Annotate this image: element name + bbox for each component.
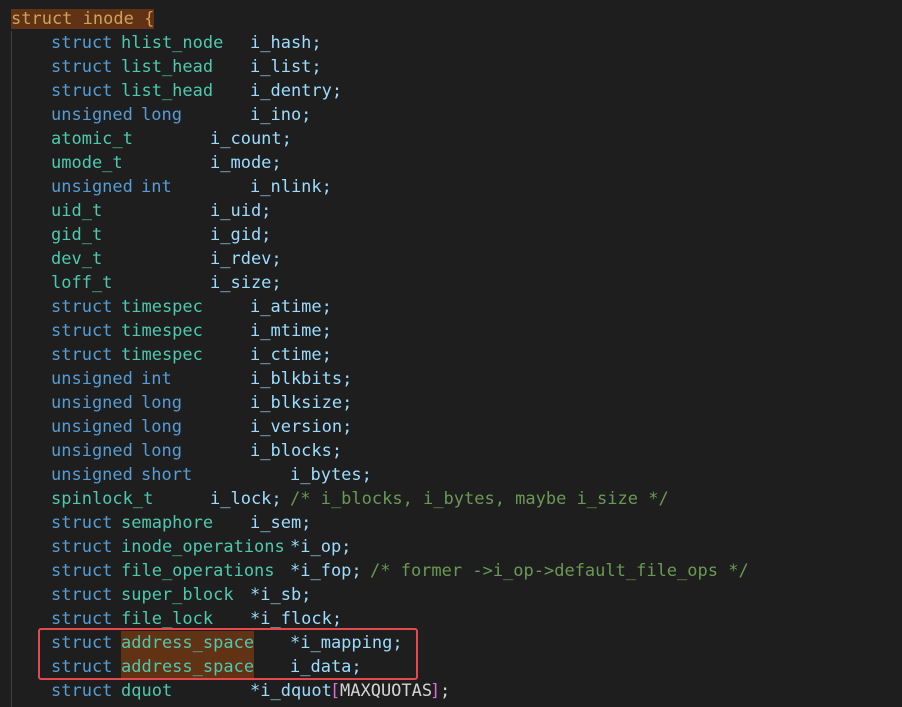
type-keyword: struct <box>51 57 113 77</box>
type-name: gid_t <box>51 225 103 245</box>
field-name: i_lock; <box>210 489 282 509</box>
indent-guide <box>11 31 12 707</box>
field-name: i_version; <box>250 417 353 437</box>
type-name: uid_t <box>51 201 103 221</box>
type-keyword: struct <box>51 33 113 53</box>
type-keyword: struct <box>51 81 113 101</box>
type-name: file_operations <box>121 561 275 581</box>
type-keyword: struct <box>51 681 113 701</box>
field-name: i_atime; <box>250 297 332 317</box>
field-name: *i_dquot <box>250 681 332 701</box>
type-name: list_head <box>121 57 214 77</box>
field-name: *i_sb; <box>250 585 312 605</box>
type-name: long <box>141 417 182 437</box>
type-name: loff_t <box>51 273 113 293</box>
field-name: i_hash; <box>250 33 322 53</box>
type-name: int <box>141 369 172 389</box>
type-keyword: struct <box>51 513 113 533</box>
type-keyword: unsigned <box>51 465 133 485</box>
type-keyword: struct <box>51 297 113 317</box>
macro-name: MAXQUOTAS <box>340 681 433 701</box>
type-name: hlist_node <box>121 33 224 53</box>
type-keyword: unsigned <box>51 369 133 389</box>
field-name: i_gid; <box>210 225 272 245</box>
type-name: dev_t <box>51 249 103 269</box>
type-name: timespec <box>121 345 203 365</box>
type-name: timespec <box>121 321 203 341</box>
open-bracket: [ <box>330 681 341 701</box>
field-name: i_blkbits; <box>250 369 353 389</box>
type-keyword: unsigned <box>51 441 133 461</box>
struct-keyword: struct <box>11 9 73 29</box>
type-name: timespec <box>121 297 203 317</box>
field-name: i_blksize; <box>250 393 353 413</box>
type-name: short <box>141 465 193 485</box>
type-name: dquot <box>121 681 173 701</box>
type-name: inode_operations <box>121 537 285 557</box>
type-keyword: unsigned <box>51 393 133 413</box>
type-keyword: unsigned <box>51 177 133 197</box>
type-keyword: struct <box>51 561 113 581</box>
type-name: long <box>141 105 182 125</box>
type-name: int <box>141 177 172 197</box>
field-name: *i_op; <box>290 537 352 557</box>
struct-name: inode <box>82 9 134 29</box>
semicolon: ; <box>440 681 451 701</box>
open-brace: { <box>144 9 155 29</box>
field-name: i_ino; <box>250 105 312 125</box>
type-name: atomic_t <box>51 129 133 149</box>
type-keyword: unsigned <box>51 105 133 125</box>
field-name: i_blocks; <box>250 441 343 461</box>
field-name: i_uid; <box>210 201 272 221</box>
highlight-annotation-box <box>38 628 418 680</box>
type-keyword: struct <box>51 321 113 341</box>
type-name: semaphore <box>121 513 214 533</box>
code-editor[interactable]: struct inode { struct hlist_node i_hash; st… <box>0 0 902 707</box>
field-name: i_count; <box>210 129 292 149</box>
type-keyword: unsigned <box>51 417 133 437</box>
type-keyword: struct <box>51 585 113 605</box>
type-name: umode_t <box>51 153 123 173</box>
field-name: i_bytes; <box>290 465 372 485</box>
type-name: super_block <box>121 585 234 605</box>
field-name: i_list; <box>250 57 322 77</box>
type-name: spinlock_t <box>51 489 154 509</box>
code-comment: /* former ->i_op->default_file_ops */ <box>370 561 749 581</box>
field-name: i_mtime; <box>250 321 332 341</box>
struct-header-line[interactable]: struct inode { <box>11 7 155 31</box>
type-name: long <box>141 441 182 461</box>
field-name: i_rdev; <box>210 249 282 269</box>
type-name: list_head <box>121 81 214 101</box>
field-name: *i_fop; <box>290 561 362 581</box>
type-name: long <box>141 393 182 413</box>
field-name: i_ctime; <box>250 345 332 365</box>
field-name: i_nlink; <box>250 177 332 197</box>
field-name: i_mode; <box>210 153 282 173</box>
field-name: i_size; <box>210 273 282 293</box>
field-name: i_sem; <box>250 513 312 533</box>
field-name: i_dentry; <box>250 81 343 101</box>
code-comment: /* i_blocks, i_bytes, maybe i_size */ <box>290 489 669 509</box>
type-keyword: struct <box>51 537 113 557</box>
close-bracket: ] <box>430 681 441 701</box>
type-keyword: struct <box>51 345 113 365</box>
